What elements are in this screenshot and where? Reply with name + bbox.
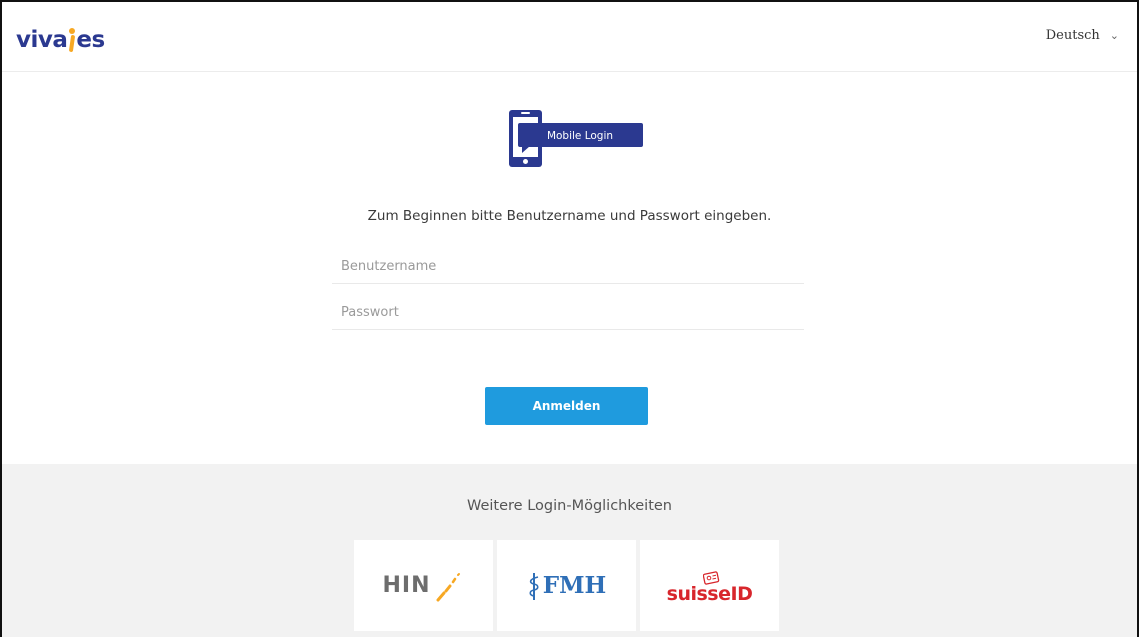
login-button[interactable]: Anmelden (485, 387, 648, 425)
logo-text-right: es (76, 27, 105, 53)
logo-text-left: viva (16, 27, 68, 53)
hin-label: HIN (382, 573, 431, 598)
language-selector[interactable]: Deutsch ⌄ (1046, 28, 1119, 43)
chevron-down-icon: ⌄ (1109, 29, 1119, 42)
page: viva es Deutsch ⌄ Mobile Login Zum Begin… (0, 0, 1139, 637)
aesculapius-staff-icon (529, 572, 539, 600)
vivates-logo[interactable]: viva es (16, 20, 105, 53)
fmh-login-button[interactable]: FMH (497, 540, 636, 631)
hin-spark-icon (436, 572, 460, 601)
hin-login-button[interactable]: HIN (354, 540, 493, 631)
mobile-login-icon: Mobile Login (509, 110, 643, 167)
logo-mark-icon (68, 28, 76, 53)
username-input[interactable] (332, 250, 804, 284)
mobile-login-badge-label: Mobile Login (547, 130, 613, 142)
suisseid-login-button[interactable]: suisseID (640, 540, 779, 631)
password-input[interactable] (332, 296, 804, 330)
fmh-label: FMH (542, 572, 607, 599)
alternative-login-title: Weitere Login-Möglichkeiten (467, 498, 672, 514)
login-instructions: Zum Beginnen bitte Benutzername und Pass… (367, 208, 772, 224)
header: viva es Deutsch ⌄ (2, 2, 1137, 72)
language-label: Deutsch (1045, 28, 1100, 43)
alternative-login-section: Weitere Login-Möglichkeiten HIN FMH suis… (2, 464, 1137, 637)
suisseid-label: suisseID (666, 582, 753, 605)
